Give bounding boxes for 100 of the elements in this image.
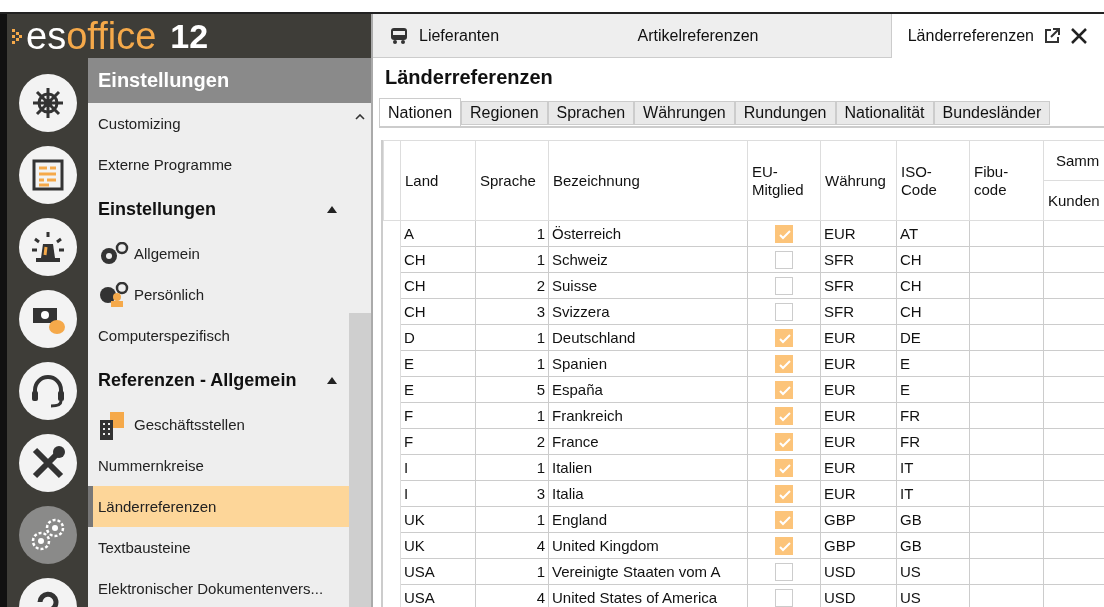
table-cell: UK: [400, 506, 476, 533]
section-heading[interactable]: Referenzen - Allgemein: [88, 356, 349, 404]
table-cell: EUR: [820, 454, 897, 481]
scroll-up-icon[interactable]: [355, 114, 365, 120]
table-cell: F: [400, 402, 476, 429]
checkbox[interactable]: [775, 406, 793, 425]
table-cell: 1: [475, 558, 549, 585]
checkbox[interactable]: [775, 354, 793, 373]
table-cell: España: [548, 376, 748, 403]
table-cell: Deutschland: [548, 324, 748, 351]
sidebar-item[interactable]: Externe Programme: [98, 156, 233, 173]
table-cell: 3: [475, 298, 549, 325]
module-button[interactable]: [18, 218, 77, 276]
table-cell: SFR: [820, 272, 897, 299]
close-icon[interactable]: [1070, 27, 1088, 45]
module-button[interactable]: [18, 74, 77, 132]
table-cell: SFR: [820, 298, 897, 325]
column-header[interactable]: Bezeichnung: [548, 140, 748, 221]
gears-user-icon: [98, 281, 130, 308]
tab[interactable]: Länderreferenzen: [890, 14, 1104, 58]
table-cell: GBP: [820, 532, 897, 559]
table-cell: UK: [400, 532, 476, 559]
table-cell: USA: [400, 558, 476, 585]
table-cell: Svizzera: [548, 298, 748, 325]
column-header[interactable]: ISO-Code: [896, 140, 970, 221]
module-button[interactable]: [18, 146, 77, 204]
sidebar-item[interactable]: Allgemein: [134, 245, 200, 262]
tab[interactable]: Sprachen: [547, 101, 635, 125]
tab[interactable]: Rundungen: [734, 101, 836, 125]
sidebar-item[interactable]: Elektronischer Dokumentenvers...: [98, 580, 324, 597]
table-cell: FR: [896, 428, 970, 455]
table-cell: Vereinigte Staaten vom A: [548, 558, 748, 585]
table-cell: EUR: [820, 324, 897, 351]
module-button[interactable]: [18, 290, 77, 348]
table-cell: France: [548, 428, 748, 455]
table-cell: EUR: [820, 376, 897, 403]
checkbox[interactable]: [775, 562, 793, 581]
checkbox[interactable]: [775, 250, 793, 269]
tab[interactable]: Regionen: [461, 101, 548, 125]
table-cell: D: [400, 324, 476, 351]
column-header[interactable]: Fibu-code: [969, 140, 1044, 221]
checkbox[interactable]: [775, 224, 793, 243]
tab[interactable]: Währungen: [634, 101, 735, 125]
checkbox[interactable]: [775, 432, 793, 451]
checkbox[interactable]: [775, 458, 793, 477]
table-cell: DE: [896, 324, 970, 351]
collapse-caret-icon: [327, 376, 337, 384]
sidebar-item[interactable]: Nummernkreise: [98, 457, 204, 474]
table-cell: 3: [475, 480, 549, 507]
tab[interactable]: Lieferanten: [373, 14, 593, 57]
checkbox[interactable]: [775, 276, 793, 295]
table-cell: GB: [896, 532, 970, 559]
table-cell: Spanien: [548, 350, 748, 377]
table-cell: 1: [475, 220, 549, 247]
table-cell: Italia: [548, 480, 748, 507]
table-cell: 1: [475, 246, 549, 273]
table-cell: 1: [475, 350, 549, 377]
checkbox[interactable]: [775, 380, 793, 399]
table-cell: F: [400, 428, 476, 455]
checkbox[interactable]: [775, 510, 793, 529]
sidebar-item[interactable]: Textbausteine: [98, 539, 191, 556]
column-header[interactable]: EU-Mitglied: [747, 140, 821, 221]
table-cell: Schweiz: [548, 246, 748, 273]
table-cell: 1: [475, 454, 549, 481]
table-cell: US: [896, 558, 970, 585]
checkbox[interactable]: [775, 328, 793, 347]
module-button[interactable]: [18, 434, 77, 492]
sidebar-item[interactable]: Customizing: [98, 115, 181, 132]
table-cell: EUR: [820, 428, 897, 455]
checkbox[interactable]: [775, 588, 793, 607]
collapse-caret-icon: [327, 205, 337, 213]
siren-icon: [29, 230, 66, 264]
column-header[interactable]: Sprache: [475, 140, 549, 221]
checkbox[interactable]: [775, 484, 793, 503]
tab[interactable]: Bundesländer: [933, 101, 1051, 125]
table-cell: A: [400, 220, 476, 247]
sidebar-title: Einstellungen: [88, 58, 371, 103]
sidebar-item[interactable]: Computerspezifisch: [98, 327, 230, 344]
table-cell: 2: [475, 428, 549, 455]
column-header[interactable]: Währung: [820, 140, 897, 221]
section-label: Referenzen - Allgemein: [98, 369, 297, 391]
table-cell: Italien: [548, 454, 748, 481]
table-cell: SFR: [820, 246, 897, 273]
checkbox[interactable]: [775, 302, 793, 321]
section-heading[interactable]: Einstellungen: [88, 185, 349, 233]
popout-icon[interactable]: [1044, 28, 1060, 44]
tab[interactable]: Artikelreferenzen: [593, 14, 803, 57]
sidebar-item[interactable]: Persönlich: [134, 286, 205, 303]
table-cell: EUR: [820, 220, 897, 247]
table-cell: E: [400, 376, 476, 403]
table-cell: England: [548, 506, 748, 533]
tab[interactable]: Nationalität: [835, 101, 934, 125]
sidebar-item[interactable]: Länderreferenzen: [98, 498, 217, 515]
table-cell: CH: [400, 272, 476, 299]
checkbox[interactable]: [775, 536, 793, 555]
column-header[interactable]: Land: [400, 140, 476, 221]
table-cell: 1: [475, 506, 549, 533]
module-button[interactable]: [18, 362, 77, 420]
tab[interactable]: Nationen: [379, 98, 462, 126]
sidebar-item[interactable]: Geschäftsstellen: [134, 416, 245, 433]
